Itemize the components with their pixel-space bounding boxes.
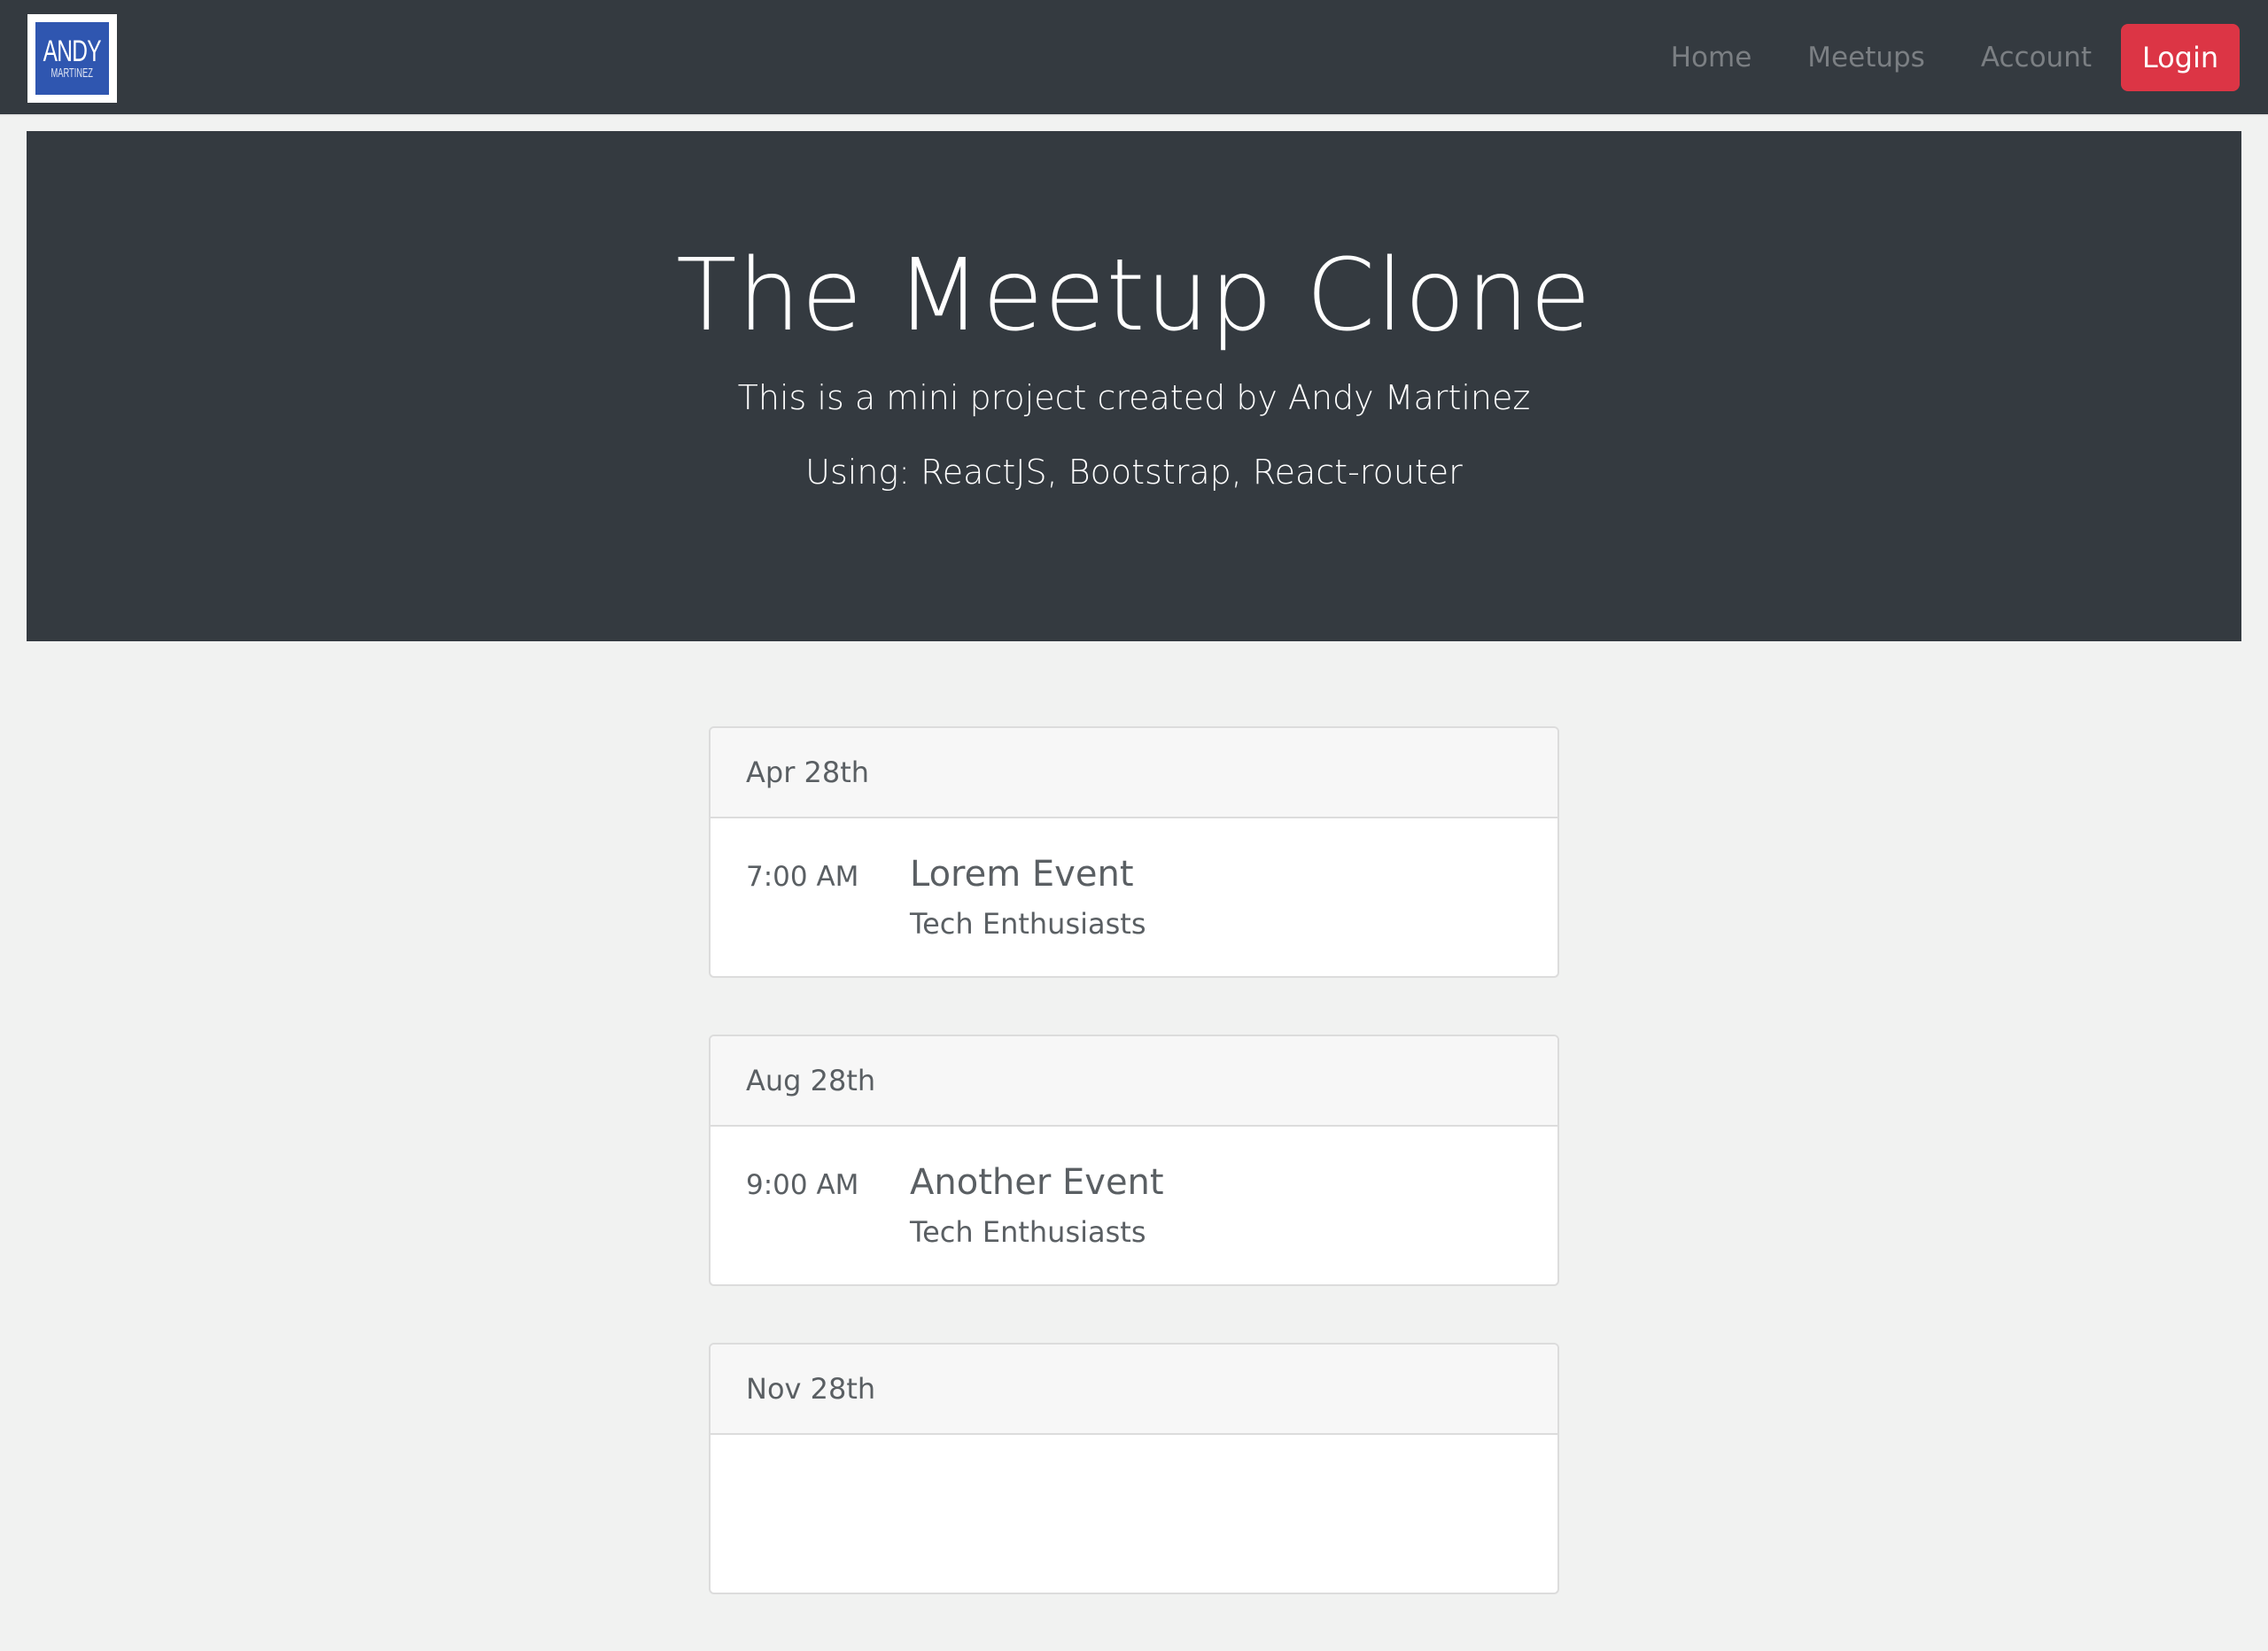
event-item[interactable]: 7:00 AM Lorem Event Tech Enthusiasts (711, 818, 1557, 976)
hero-tech-stack: Using: ReactJS, Bootstrap, React-router (805, 453, 1463, 492)
event-item[interactable] (711, 1435, 1557, 1593)
brand-logo-top-text: ANDY (43, 35, 102, 68)
nav-link-home[interactable]: Home (1671, 42, 1752, 74)
brand-logo[interactable]: ANDY MARTINEZ (27, 14, 117, 103)
event-group: Tech Enthusiasts (910, 1215, 1146, 1249)
nav-links: Home Meetups Account Login (1671, 0, 2268, 114)
event-date-header: Apr 28th (711, 728, 1557, 818)
nav-link-account[interactable]: Account (1981, 42, 2092, 74)
event-title[interactable]: Lorem Event (910, 854, 1134, 895)
hero-banner: The Meetup Clone This is a mini project … (27, 131, 2241, 641)
event-group: Tech Enthusiasts (910, 907, 1146, 941)
event-date-header: Nov 28th (711, 1345, 1557, 1435)
event-date-header: Aug 28th (711, 1036, 1557, 1127)
event-item[interactable]: 9:00 AM Another Event Tech Enthusiasts (711, 1127, 1557, 1284)
navbar: ANDY MARTINEZ Home Meetups Account Login (0, 0, 2268, 116)
event-card: Aug 28th 9:00 AM Another Event Tech Enth… (709, 1035, 1559, 1286)
event-list: Apr 28th 7:00 AM Lorem Event Tech Enthus… (709, 726, 1559, 1651)
event-card: Apr 28th 7:00 AM Lorem Event Tech Enthus… (709, 726, 1559, 978)
event-card: Nov 28th (709, 1343, 1559, 1594)
login-button[interactable]: Login (2121, 23, 2240, 91)
brand-logo-image: ANDY MARTINEZ (35, 22, 109, 95)
event-time: 7:00 AM (746, 861, 859, 893)
event-title[interactable]: Another Event (910, 1162, 1164, 1203)
page-title: The Meetup Clone (676, 238, 1592, 353)
nav-link-meetups[interactable]: Meetups (1807, 42, 1925, 74)
brand-logo-bottom-text: MARTINEZ (50, 66, 94, 81)
event-time: 9:00 AM (746, 1169, 859, 1201)
hero-subtitle: This is a mini project created by Andy M… (737, 378, 1531, 417)
